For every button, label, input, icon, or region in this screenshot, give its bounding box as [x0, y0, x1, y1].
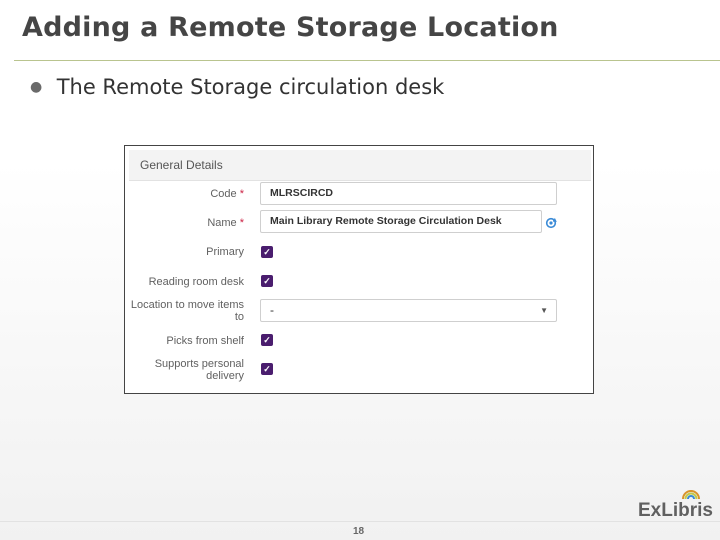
primary-label: Primary — [206, 246, 244, 258]
reading-room-desk-checkbox[interactable]: ✓ — [261, 275, 273, 287]
chevron-down-icon: ▼ — [540, 306, 548, 315]
checkmark-icon: ✓ — [263, 247, 271, 257]
required-marker: * — [239, 188, 244, 200]
picks-from-shelf-checkbox[interactable]: ✓ — [261, 334, 273, 346]
title-divider — [14, 60, 720, 61]
location-to-move-items-select[interactable]: - ▼ — [260, 299, 557, 322]
screenshot-frame: General Details Code * MLRSCIRCD Name * … — [124, 145, 594, 394]
picks-from-shelf-label: Picks from shelf — [166, 335, 244, 347]
footer-divider — [0, 521, 720, 522]
checkmark-icon: ✓ — [263, 276, 271, 286]
reading-room-desk-label: Reading room desk — [148, 276, 244, 288]
location-to-move-items-label: Location to move items to — [130, 299, 244, 323]
supports-personal-delivery-label: Supports personal delivery — [154, 358, 244, 382]
bullet-icon: ● — [30, 79, 43, 95]
slide-title: Adding a Remote Storage Location — [22, 12, 559, 43]
supports-personal-delivery-checkbox[interactable]: ✓ — [261, 363, 273, 375]
required-marker: * — [239, 217, 244, 229]
bullet-item: ● The Remote Storage circulation desk — [30, 74, 444, 99]
page-number: 18 — [353, 526, 365, 537]
primary-checkbox[interactable]: ✓ — [261, 246, 273, 258]
code-field[interactable]: MLRSCIRCD — [260, 182, 557, 205]
section-header[interactable]: General Details — [129, 150, 591, 181]
code-label: Code * — [210, 188, 244, 200]
name-field[interactable]: Main Library Remote Storage Circulation … — [260, 210, 542, 233]
select-value: - — [270, 303, 274, 317]
exlibris-logo: ExLibris — [638, 490, 713, 520]
refresh-icon[interactable] — [545, 217, 557, 229]
section-title: General Details — [140, 158, 223, 172]
checkmark-icon: ✓ — [263, 335, 271, 345]
checkmark-icon: ✓ — [263, 364, 271, 374]
logo-text: ExLibris — [638, 500, 713, 520]
bullet-text: The Remote Storage circulation desk — [56, 75, 445, 99]
name-label: Name * — [207, 217, 244, 229]
